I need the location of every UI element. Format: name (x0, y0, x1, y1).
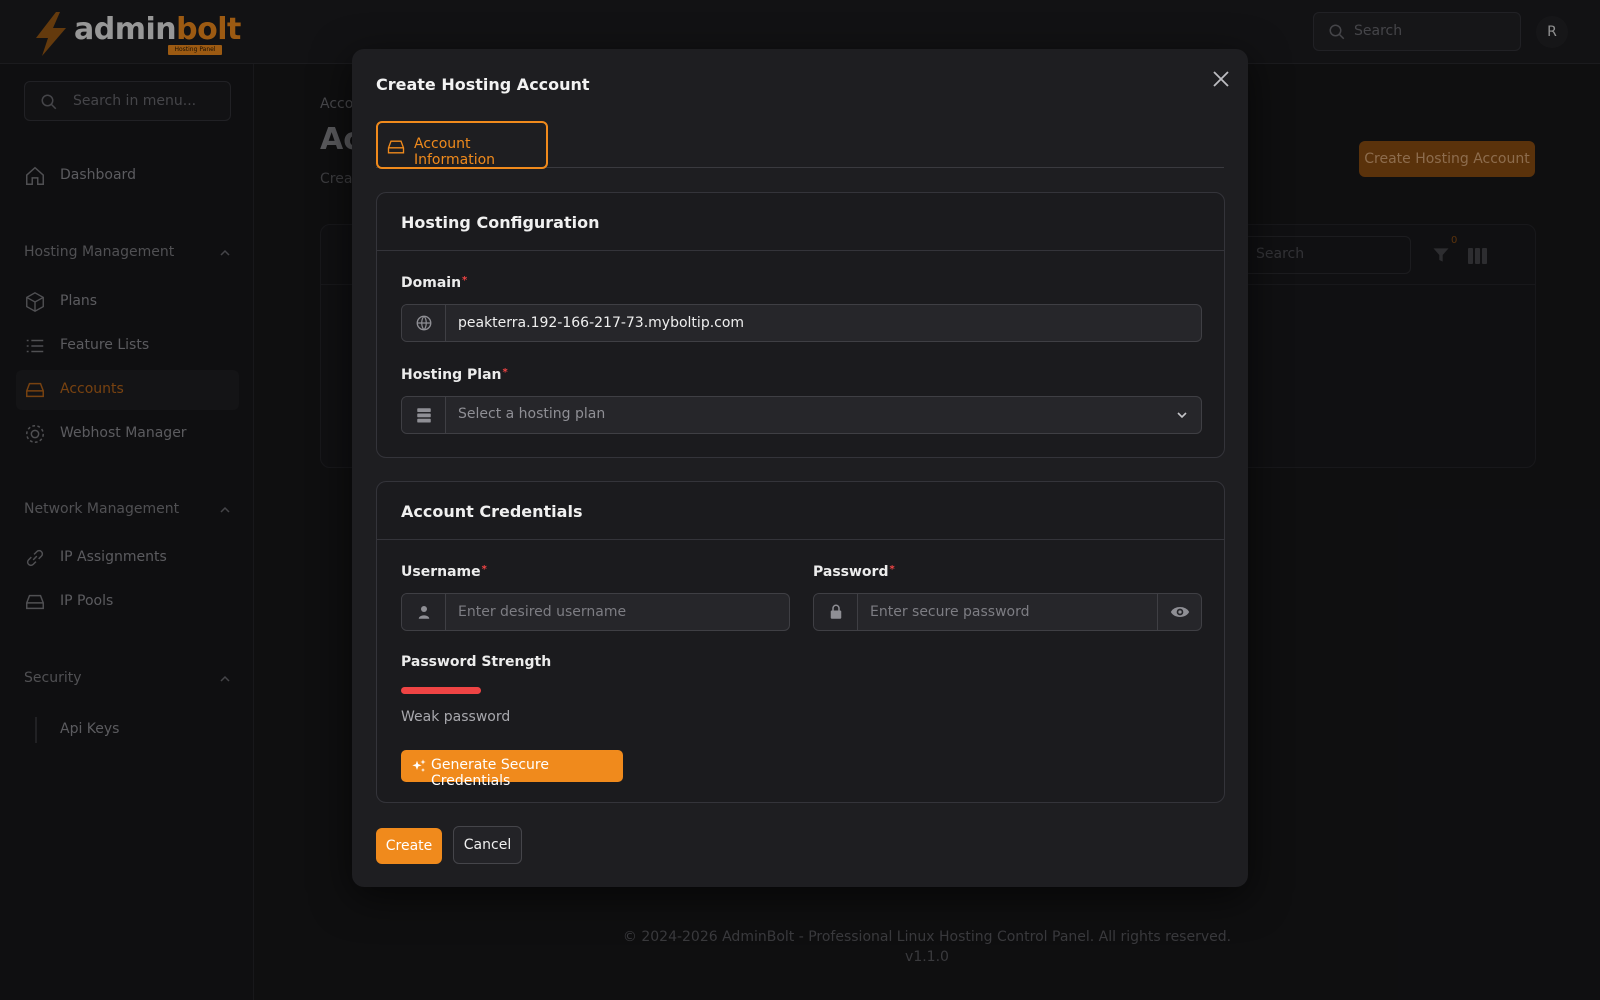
hosting-plan-label-text: Hosting Plan (401, 367, 502, 383)
username-label: Username* (401, 564, 487, 580)
globe-icon (416, 315, 432, 331)
domain-label: Domain* (401, 275, 467, 291)
hosting-plan-addon (402, 397, 446, 433)
required-marker: * (462, 275, 468, 286)
password-input[interactable] (858, 594, 1159, 630)
tab-label: Account Information (414, 136, 496, 168)
eye-icon (1170, 607, 1190, 617)
domain-field[interactable] (401, 304, 1202, 342)
lock-icon (830, 604, 842, 619)
modal-title: Create Hosting Account (376, 75, 590, 94)
create-button[interactable]: Create (376, 828, 442, 864)
password-field[interactable] (813, 593, 1202, 631)
section-divider (377, 250, 1224, 251)
password-strength-label: Password Strength (401, 654, 552, 670)
username-input[interactable] (446, 594, 789, 630)
hard-drive-icon (387, 140, 405, 154)
password-strength-bar (401, 687, 481, 694)
password-label-text: Password (813, 564, 889, 580)
required-marker: * (481, 564, 487, 575)
domain-input[interactable] (446, 305, 1201, 341)
password-addon (814, 594, 858, 630)
hosting-plan-select[interactable]: Select a hosting plan (401, 396, 1202, 434)
toggle-password-visibility-button[interactable] (1157, 594, 1201, 630)
section-divider (377, 539, 1224, 540)
hosting-plan-label: Hosting Plan* (401, 367, 508, 383)
username-field[interactable] (401, 593, 790, 631)
account-credentials-section: Account Credentials Username* Password* … (376, 481, 1225, 803)
username-addon (402, 594, 446, 630)
domain-label-text: Domain (401, 275, 462, 291)
section-title: Hosting Configuration (401, 213, 600, 232)
chevron-down-icon (1177, 412, 1187, 419)
hosting-plan-placeholder: Select a hosting plan (458, 406, 606, 422)
generate-secure-credentials-button[interactable]: Generate Secure Credentials (401, 750, 623, 789)
password-strength-text: Weak password (401, 709, 511, 725)
tab-account-information[interactable]: Account Information (376, 121, 548, 169)
hosting-configuration-section: Hosting Configuration Domain* Hosting Pl… (376, 192, 1225, 458)
required-marker: * (889, 564, 895, 575)
user-icon (418, 606, 430, 619)
password-label: Password* (813, 564, 895, 580)
sparkles-icon (412, 759, 426, 772)
section-title: Account Credentials (401, 502, 583, 521)
close-icon[interactable] (1209, 67, 1233, 91)
username-label-text: Username (401, 564, 481, 580)
create-hosting-account-modal: Create Hosting Account Account Informati… (352, 49, 1248, 887)
domain-addon (402, 305, 446, 341)
cancel-button[interactable]: Cancel (453, 826, 522, 864)
generate-button-label: Generate Secure Credentials (431, 757, 549, 789)
server-icon (417, 408, 431, 423)
required-marker: * (502, 367, 508, 378)
